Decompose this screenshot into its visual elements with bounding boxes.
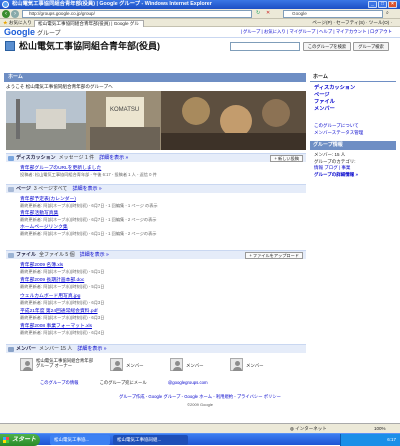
members-detail-link[interactable]: 詳細を表示 » [77, 346, 106, 352]
sidebar-member-status-link[interactable]: メンバーステータス管理 [314, 130, 363, 135]
minimize-button[interactable]: _ [368, 1, 377, 8]
star-icon: ★ [3, 20, 8, 25]
internet-zone: ◍ インターネット [290, 426, 327, 431]
group-details-link[interactable]: グループの詳細情報 » [314, 172, 358, 177]
back-button[interactable]: ‹ [2, 10, 10, 18]
file-meta: 最終更新者: 阿部(ネーブ水)(時刻(初) - 5月1日 [20, 284, 105, 289]
top-links[interactable]: | グループ | お気に入り | マイグループ | ヘルプ | マイアカウント … [241, 29, 392, 35]
favorites-button[interactable]: ★ お気に入り [3, 19, 32, 27]
discussion-detail-link[interactable]: 詳細を表示 » [99, 155, 128, 161]
search-group-button[interactable]: このグループを検索 [303, 42, 351, 51]
status-bar: ◍ インターネット 100% [0, 423, 400, 433]
page-meta: 最終更新者: 阿部(ネーブ水)(時刻(初) - 6月7日 - 1 回編集 - 1… [20, 203, 158, 208]
start-button[interactable]: スタート [0, 434, 40, 446]
group-search-input[interactable] [230, 42, 300, 51]
stop-icon[interactable]: ✕ [266, 10, 270, 16]
new-post-button[interactable]: + 新しい投稿 [270, 155, 303, 162]
welcome-text: ようこそ 松山電気工事協同組合青年部のグループへ [6, 84, 113, 89]
pages-section-header: ページ 3 ページすべて 詳細を表示 » [6, 184, 306, 193]
page-footer-links[interactable]: グループ作成 - Google グループ - Google ホーム - 利用規約… [0, 394, 400, 400]
members-list: 松山電気工事協同組合青年部 グループ オーナー メンバー メンバー メンバー [20, 358, 300, 375]
members-section-header: メンバー メンバー 15 人詳細を表示 » [6, 344, 306, 353]
group-header: 松山電気工事協同組合青年部(役員) このグループを検索 グループ検索 [0, 38, 400, 55]
taskbar-item[interactable]: 松山電気工事協... [50, 435, 110, 445]
address-toolbar: ‹ › http://groups.google.co.jp/group/ ↻ … [0, 9, 400, 19]
file-meta: 最終更新者: 阿部(ネーブ水)(時刻(初) - 6月4日 [20, 330, 105, 335]
sidebar-home[interactable]: ホーム [310, 73, 396, 82]
taskbar-item-active[interactable]: 松山電気工事協同組... [113, 435, 188, 445]
sidebar-item-pages[interactable]: ページ [314, 92, 329, 98]
member-card[interactable]: メンバー [110, 358, 160, 374]
group-info-header: グループ情報 [310, 141, 396, 150]
member-card[interactable]: 松山電気工事協同組合青年部 グループ オーナー [20, 358, 100, 374]
page-meta: 最終更新者: 阿部(ネーブ水)(時刻(初) - 6月1日 - 1 回編集 - 2… [20, 231, 157, 236]
address-input[interactable]: http://groups.google.co.jp/group/ [22, 10, 252, 18]
sidebar-item-members[interactable]: メンバー [314, 106, 335, 112]
avatar [170, 358, 183, 371]
google-bar: Google グループ | グループ | お気に入り | マイグループ | ヘルプ… [0, 27, 400, 38]
pages-detail-link[interactable]: 詳細を表示 » [72, 186, 101, 192]
search-groups-button[interactable]: グループ検索 [353, 42, 389, 51]
system-tray: 6:17 [340, 434, 400, 446]
sidebar-about-link[interactable]: このグループについて [314, 123, 359, 128]
group-email-link[interactable]: @googlegroups.com [168, 380, 208, 385]
avatar [20, 358, 33, 371]
group-footer-links: このグループの情報 このグループ宛にメール @googlegroups.com [40, 380, 300, 386]
clock: 6:17 [387, 437, 396, 442]
category-label: グループのカテゴリ: [314, 159, 356, 164]
member-name: 松山電気工事協同組合青年部 グループ オーナー [36, 358, 94, 368]
command-bar[interactable]: ページ(P) · セーフティ(S) · ツール(O) · [312, 19, 392, 27]
discussion-icon [8, 156, 14, 161]
members-icon [8, 347, 14, 352]
home-bar: ホーム [4, 73, 306, 82]
category-links[interactable]: 情報 ブログ | 事業 [314, 165, 350, 170]
page-meta: 最終更新者: 阿部(ネーブ水)(時刻(初) - 6月7日 - 1 回編集 - 2… [20, 217, 157, 222]
file-meta: 最終更新者: 阿部(ネーブ水)(時刻(初) - 6月3日 [20, 315, 105, 320]
close-button[interactable]: × [388, 1, 397, 8]
taskbar: スタート 松山電気工事協... 松山電気工事協同組... 6:17 [0, 433, 400, 446]
file-meta: 最終更新者: 阿部(ネーブ水)(時刻(初) - 5月1日 [20, 269, 105, 274]
file-meta: 最終更新者: 阿部(ネーブ水)(時刻(初) - 6月3日 [20, 300, 105, 305]
member-count: メンバー: 15 人 [314, 152, 346, 157]
sidebar-item-files[interactable]: ファイル [314, 99, 335, 105]
refresh-icon[interactable]: ↻ [256, 10, 260, 16]
search-input[interactable]: Google [283, 10, 383, 18]
globe-icon: ◍ [290, 426, 294, 431]
favorites-bar: ★ お気に入り 松山電気工事協同組合青年部(役員) | Google グル ペー… [0, 19, 400, 27]
forward-button[interactable]: › [11, 10, 19, 18]
avatar [110, 358, 123, 371]
member-name: メンバー [246, 363, 264, 368]
maximize-button[interactable]: □ [378, 1, 387, 8]
copyright: ©2009 Google [187, 402, 213, 407]
member-card[interactable]: メンバー [170, 358, 220, 374]
discussion-section-header: ディスカッション メッセージ 1 件詳細を表示 » + 新しい投稿 [6, 153, 306, 162]
email-group-label: このグループ宛にメール [99, 380, 147, 385]
files-section-header: ファイル 全ファイル 5 個詳細を表示 » + ファイルをアップロード [6, 250, 306, 259]
about-group-link[interactable]: このグループの情報 [40, 380, 78, 385]
browser-tab[interactable]: 松山電気工事協同組合青年部(役員) | Google グル [34, 20, 144, 27]
files-detail-link[interactable]: 詳細を表示 » [80, 252, 109, 258]
sidebar-item-discussion[interactable]: ディスカッション [314, 85, 355, 91]
member-card[interactable]: メンバー [230, 358, 280, 374]
upload-file-button[interactable]: + ファイルをアップロード [245, 252, 303, 259]
banner-photos: KOMATSU [6, 91, 306, 150]
folder-icon [8, 253, 14, 258]
group-title[interactable]: 松山電気工事協同組合青年部(役員) [19, 40, 160, 52]
svg-text:KOMATSU: KOMATSU [110, 107, 139, 113]
window-titlebar: 松山電気工事協同組合青年部(役員) | Google グループ - Window… [0, 0, 400, 9]
window-title: 松山電気工事協同組合青年部(役員) | Google グループ - Window… [12, 1, 212, 7]
group-icon [5, 41, 15, 51]
zoom-level[interactable]: 100% [374, 424, 386, 433]
page-icon [8, 187, 14, 192]
ie-icon [2, 1, 9, 8]
banner-image: KOMATSU [6, 91, 306, 150]
discussion-meta: 投稿者: 松山電気工事協同組合青年部 - 午後 6:17 - 投稿者 1 人 -… [20, 172, 157, 177]
search-icon[interactable]: ⌕ [386, 10, 389, 16]
avatar [230, 358, 243, 371]
